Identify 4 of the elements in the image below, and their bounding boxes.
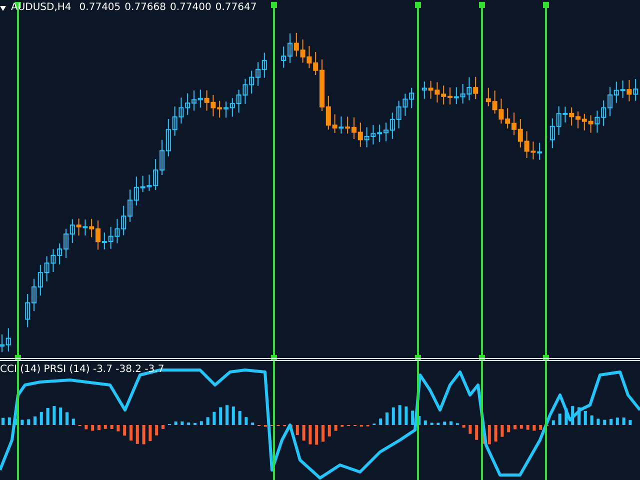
price-value: 0.77668 bbox=[124, 2, 166, 14]
price-value: 0.77647 bbox=[215, 2, 257, 14]
price-value: 0.77400 bbox=[170, 2, 212, 14]
price-value: 0.77405 bbox=[79, 2, 121, 14]
